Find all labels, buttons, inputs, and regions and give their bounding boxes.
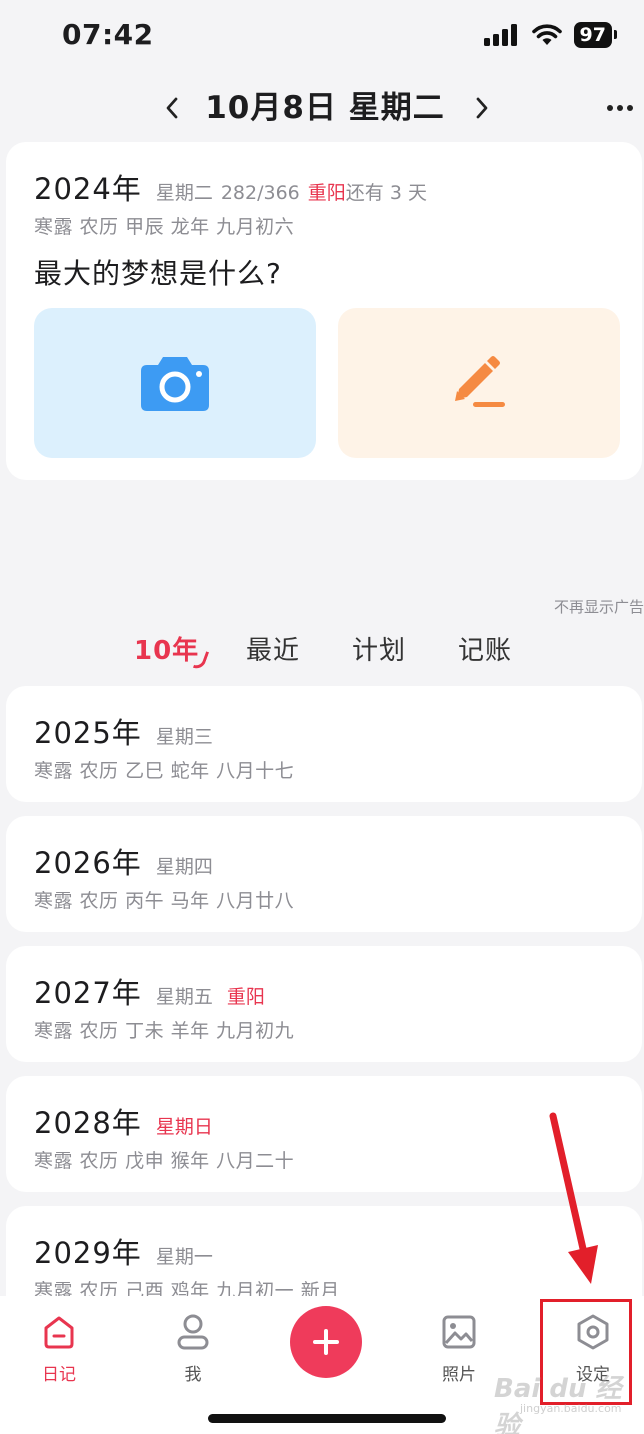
year-title: 2029年	[34, 1236, 142, 1270]
baidu-watermark-url: jingyan.baidu.com	[520, 1402, 622, 1415]
year-line: 2025年 星期三	[34, 710, 213, 752]
previous-day-button[interactable]	[156, 88, 188, 128]
chevron-left-icon	[166, 97, 178, 119]
year-line: 2027年 星期五 重阳	[34, 970, 265, 1012]
date-header: 10月8日 星期二	[0, 80, 644, 140]
today-festival-countdown: 还有 3 天	[345, 182, 427, 204]
today-day-count: 282/366	[220, 182, 300, 204]
today-festival: 重阳	[307, 182, 346, 204]
year-weekday: 星期三	[155, 726, 213, 748]
year-line: 2028年 星期日	[34, 1100, 213, 1142]
home-icon	[44, 1316, 74, 1349]
image-icon	[442, 1315, 476, 1349]
nav-diary[interactable]: 日记	[14, 1310, 104, 1385]
tab-10-years[interactable]: 10年	[134, 630, 199, 667]
year-lunar: 寒露 农历 乙巳 蛇年 八月十七	[34, 760, 295, 782]
tab-accounting[interactable]: 记账	[458, 630, 512, 667]
write-note-button[interactable]	[338, 308, 620, 458]
annotation-arrow-icon	[549, 1112, 598, 1284]
year-title: 2026年	[34, 846, 142, 880]
today-year-line: 2024年 星期二 282/366 重阳 还有 3 天	[34, 166, 427, 208]
nav-me[interactable]: 我	[148, 1310, 238, 1385]
year-lunar: 寒露 农历 丁未 羊年 九月初九	[34, 1020, 295, 1042]
today-weekday: 星期二	[155, 182, 213, 204]
year-weekday: 星期四	[155, 856, 213, 878]
nav-me-label: 我	[184, 1365, 202, 1385]
year-line: 2029年 星期一	[34, 1230, 213, 1272]
today-lunar: 寒露 农历 甲辰 龙年 九月初六	[34, 216, 295, 238]
year-title: 2027年	[34, 976, 142, 1010]
year-card-2026[interactable]: 2026年 星期四 寒露 农历 丙午 马年 八月廿八	[6, 816, 642, 932]
battery-indicator: 97	[573, 22, 618, 48]
tab-plan[interactable]: 计划	[352, 630, 406, 667]
year-card-2025[interactable]: 2025年 星期三 寒露 农历 乙巳 蛇年 八月十七	[6, 686, 642, 802]
today-card[interactable]: 2024年 星期二 282/366 重阳 还有 3 天 寒露 农历 甲辰 龙年 …	[6, 142, 642, 480]
wifi-icon	[531, 24, 562, 45]
plus-icon	[313, 1329, 339, 1355]
today-year: 2024年	[34, 172, 142, 206]
daily-question: 最大的梦想是什么?	[34, 257, 282, 290]
dot-icon	[607, 105, 613, 111]
baidu-watermark: Bai du 经验	[494, 1374, 622, 1434]
add-entry-button[interactable]	[290, 1306, 362, 1378]
year-title: 2028年	[34, 1106, 142, 1140]
year-title: 2025年	[34, 716, 142, 750]
tab-recent[interactable]: 最近	[246, 630, 300, 667]
year-weekday: 星期五	[155, 986, 213, 1008]
chevron-right-icon	[476, 97, 488, 119]
year-card-2027[interactable]: 2027年 星期五 重阳 寒露 农历 丁未 羊年 九月初九	[6, 946, 642, 1062]
person-icon	[177, 1314, 209, 1350]
year-weekday: 星期日	[155, 1116, 213, 1138]
status-bar: 07:42 97	[0, 0, 644, 74]
cellular-signal-icon	[483, 24, 517, 46]
add-photo-button[interactable]	[34, 308, 316, 458]
year-weekday: 星期一	[155, 1246, 213, 1268]
nav-diary-label: 日记	[42, 1365, 76, 1385]
dot-icon	[617, 105, 623, 111]
hide-ads-link[interactable]: 不再显示广告	[554, 596, 644, 617]
view-tabs: 10年 最近 计划 记账	[0, 630, 644, 674]
status-time: 07:42	[62, 18, 154, 51]
nav-photos[interactable]: 照片	[414, 1310, 504, 1385]
year-line: 2026年 星期四	[34, 840, 213, 882]
page-title[interactable]: 10月8日 星期二	[200, 88, 450, 128]
year-festival: 重阳	[226, 986, 265, 1008]
year-lunar: 寒露 农历 戊申 猴年 八月二十	[34, 1150, 295, 1172]
home-indicator	[208, 1414, 446, 1423]
next-day-button[interactable]	[466, 88, 498, 128]
camera-icon	[141, 357, 209, 411]
status-icons: 97	[483, 22, 618, 48]
nav-photos-label: 照片	[442, 1365, 476, 1385]
dot-icon	[627, 105, 633, 111]
pencil-icon	[455, 356, 505, 407]
year-lunar: 寒露 农历 丙午 马年 八月廿八	[34, 890, 295, 912]
more-options-button[interactable]	[602, 90, 638, 126]
